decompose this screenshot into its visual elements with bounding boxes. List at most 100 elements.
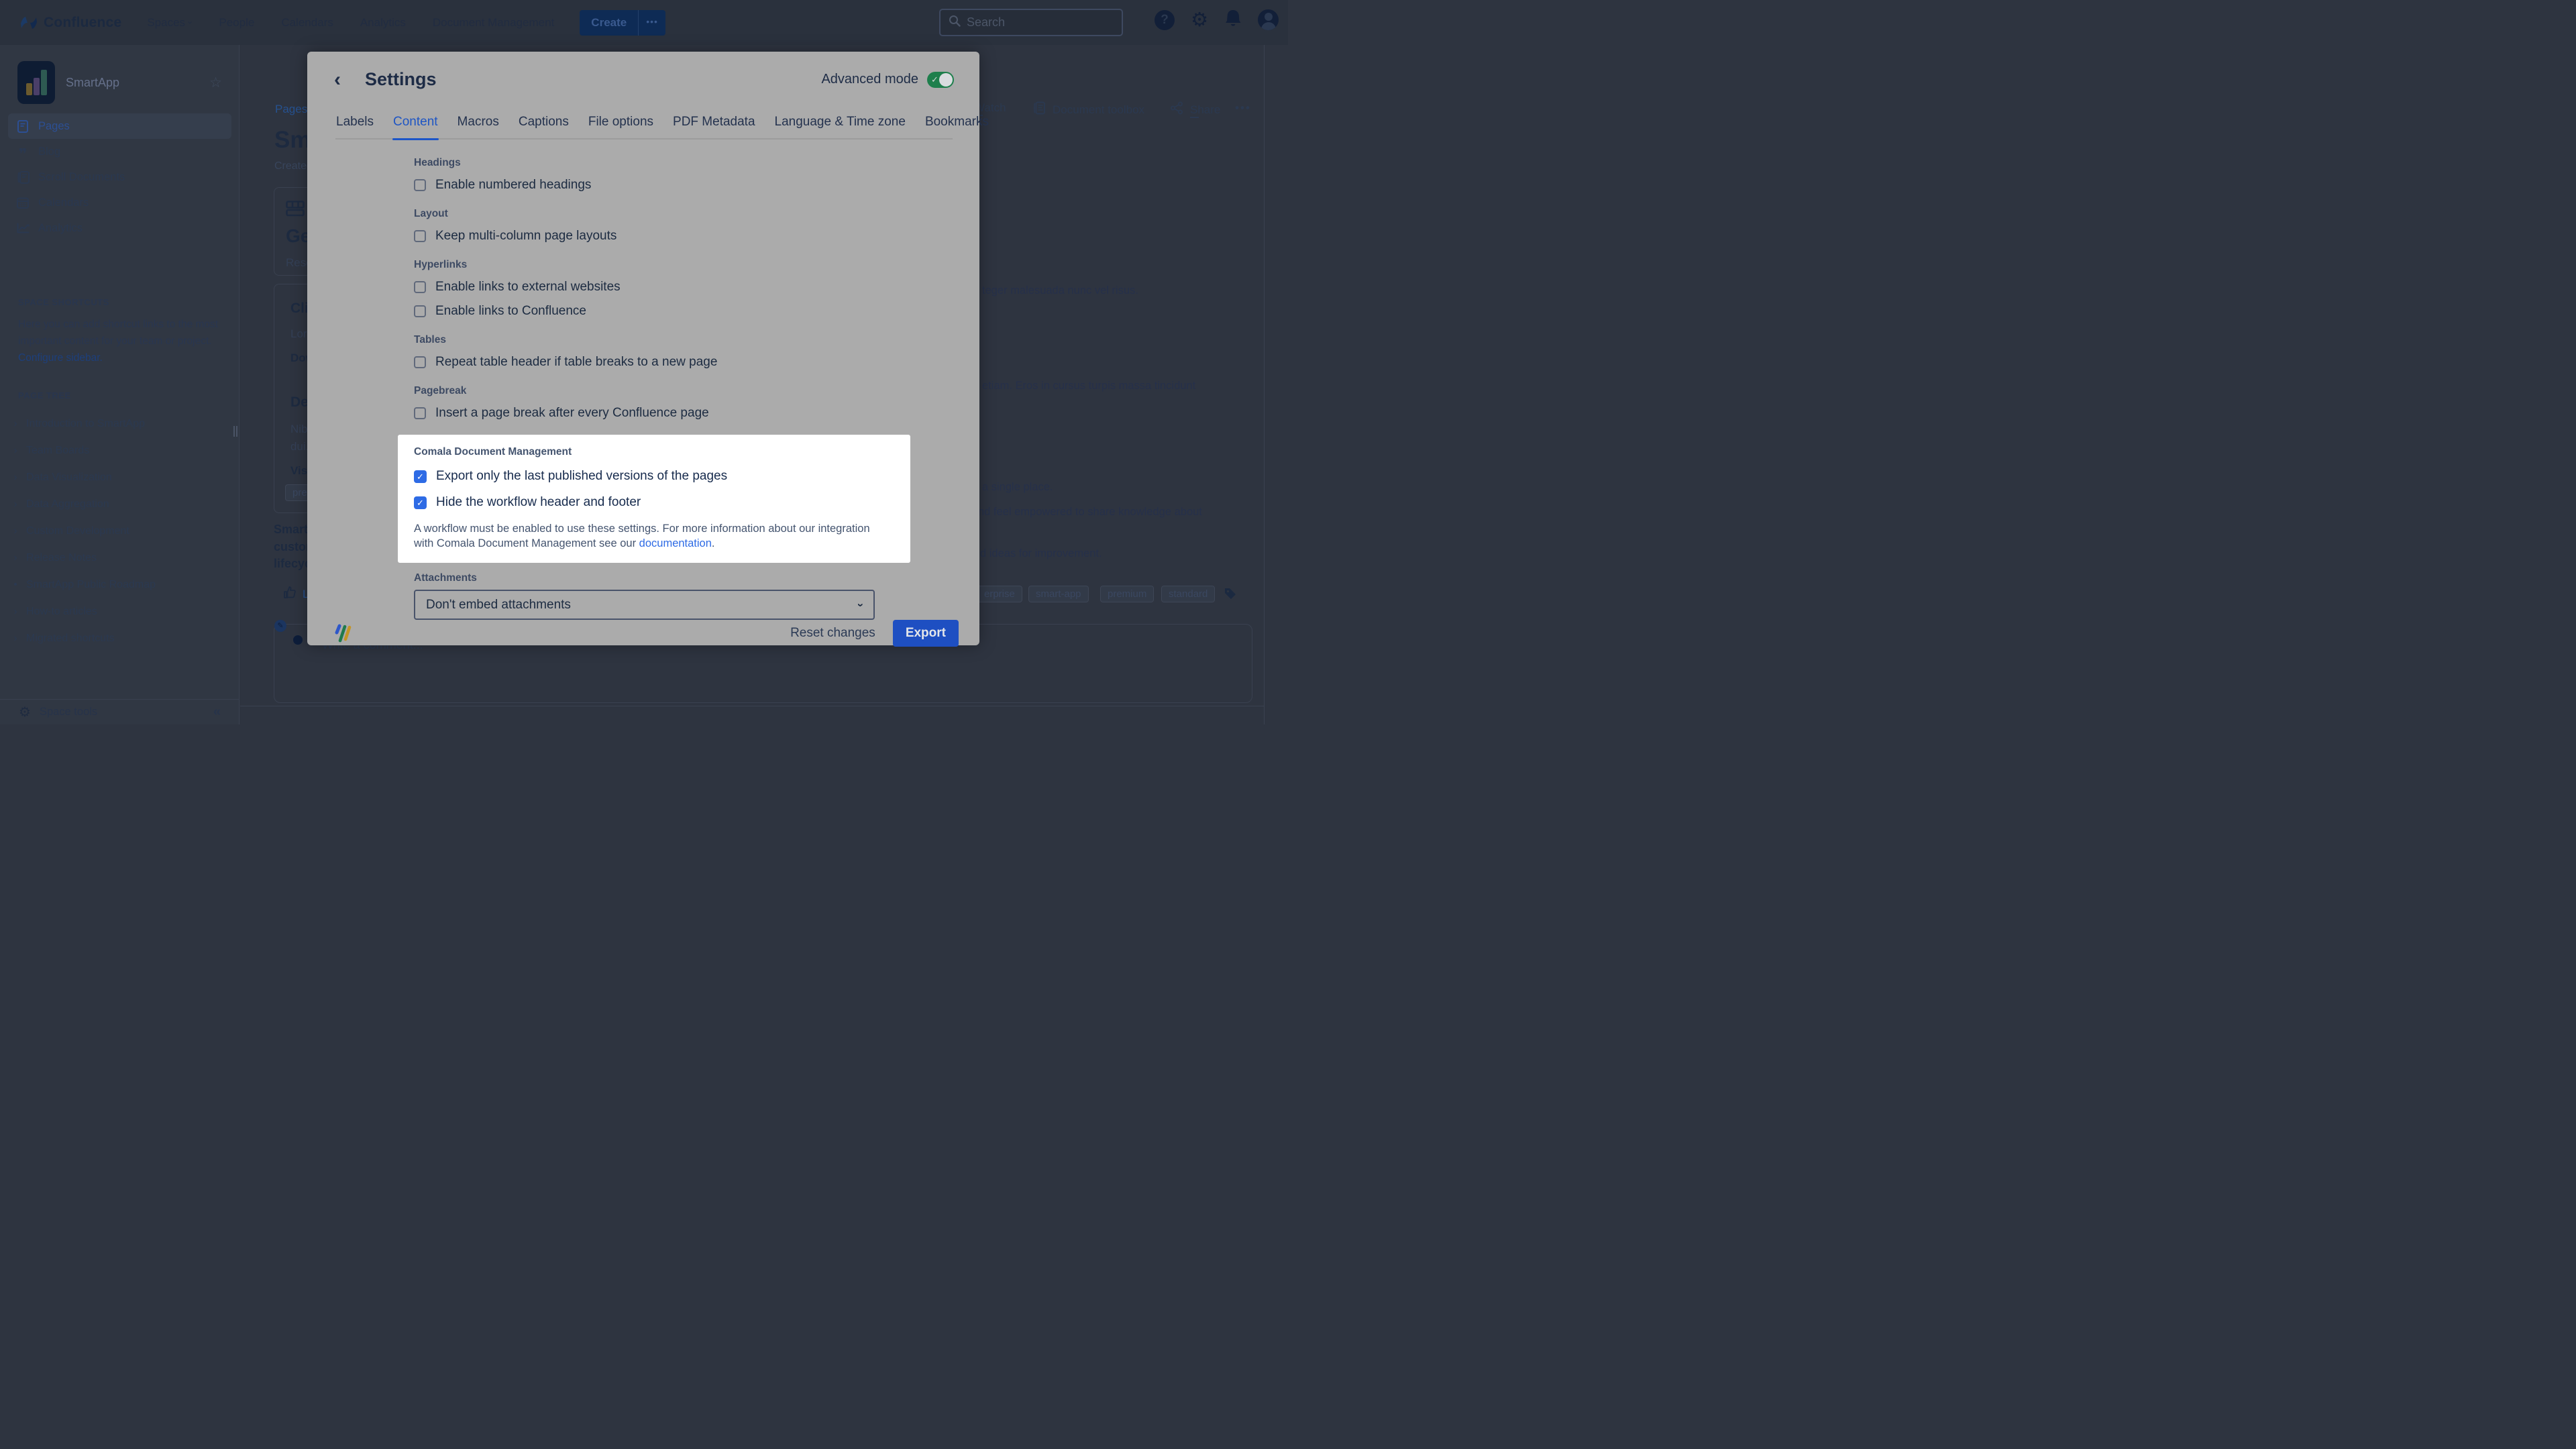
checkbox-enable-confluence-links[interactable]: Enable links to Confluence: [414, 304, 586, 319]
checkbox-checked-icon[interactable]: ✓: [414, 496, 427, 509]
chevron-down-icon: ›: [186, 21, 196, 23]
document-toolbox-button[interactable]: Document toolbox: [1032, 101, 1144, 118]
page-tree-item[interactable]: ›Release Notes: [11, 545, 232, 572]
help-icon[interactable]: ?: [1155, 10, 1175, 30]
tab-captions[interactable]: Captions: [518, 115, 570, 138]
sidebar-item-label: Analytics: [38, 222, 83, 235]
configure-sidebar-link[interactable]: Configure sidebar.: [18, 352, 103, 364]
label-tag[interactable]: premium: [1100, 586, 1154, 602]
nav-item-spaces[interactable]: Spaces›: [147, 16, 192, 30]
page-tree-item[interactable]: •SmartApp Public Roadmap: [11, 572, 232, 598]
checkbox-unchecked-icon[interactable]: [414, 305, 426, 317]
scroll-documents-icon: [16, 171, 30, 184]
nav-item-analytics[interactable]: Analytics: [360, 16, 406, 30]
sidebar-item-blog[interactable]: ❞ Blog: [8, 139, 231, 164]
collapse-sidebar-icon[interactable]: «: [213, 704, 221, 720]
confluence-logo[interactable]: Confluence: [20, 14, 121, 32]
notifications-bell-icon[interactable]: [1224, 9, 1242, 31]
page-tree-item[interactable]: ›Migrated shortcuts: [11, 625, 232, 652]
nav-menu: Spaces› People Calendars Analytics Docum…: [147, 16, 554, 30]
chevron-right-icon[interactable]: ›: [11, 445, 20, 457]
tab-macros[interactable]: Macros: [457, 115, 500, 138]
create-button[interactable]: Create: [580, 10, 638, 36]
tab-content[interactable]: Content: [392, 115, 439, 138]
chevron-right-icon[interactable]: ›: [11, 418, 20, 430]
space-sidebar: SmartApp ☆ Pages ❞ Blog Scroll Documents…: [0, 45, 239, 724]
page-tree-item[interactable]: ›Introduction to SmartApp: [11, 411, 232, 437]
tab-bookmarks[interactable]: Bookmarks: [924, 115, 989, 138]
chevron-right-icon[interactable]: ›: [11, 472, 20, 484]
gear-icon[interactable]: ⚙: [1191, 10, 1208, 30]
page-tree: ›Introduction to SmartApp ›Team Boards ›…: [11, 411, 232, 652]
profile-avatar[interactable]: [1258, 9, 1279, 30]
space-logo-icon[interactable]: [17, 61, 55, 104]
checkbox-hide-workflow-header-footer[interactable]: ✓ Hide the workflow header and footer: [414, 495, 894, 510]
back-icon[interactable]: ‹: [334, 70, 341, 89]
page-tree-item[interactable]: ›Custom Development: [11, 518, 232, 545]
export-button[interactable]: Export: [893, 620, 959, 647]
breadcrumb[interactable]: Pages: [275, 103, 307, 116]
document-toolbox-icon: [1032, 101, 1046, 118]
page-tree-item[interactable]: ›Data Visualization: [11, 464, 232, 491]
star-icon[interactable]: ☆: [209, 74, 222, 91]
label-tag[interactable]: smart-app: [1028, 586, 1089, 602]
attachments-select[interactable]: Don't embed attachments ›: [414, 590, 875, 620]
checkbox-enable-external-links[interactable]: Enable links to external websites: [414, 280, 621, 294]
checkbox-unchecked-icon[interactable]: [414, 230, 426, 242]
checkbox-unchecked-icon[interactable]: [414, 407, 426, 419]
tab-pdf-metadata[interactable]: PDF Metadata: [672, 115, 756, 138]
space-name: SmartApp: [66, 76, 209, 90]
advanced-mode-toggle[interactable]: ✓: [927, 72, 954, 88]
chevron-right-icon[interactable]: ›: [11, 552, 20, 564]
attachments-label: Attachments: [414, 572, 477, 584]
chevron-right-icon[interactable]: ›: [11, 606, 20, 618]
chevron-right-icon[interactable]: ›: [11, 525, 20, 537]
sidebar-item-scroll-documents[interactable]: Scroll Documents: [8, 164, 231, 190]
label-tag[interactable]: erprise: [977, 586, 1022, 602]
modal-header: ‹ Settings Advanced mode ✓: [307, 52, 979, 90]
checkbox-unchecked-icon[interactable]: [414, 356, 426, 368]
checkbox-insert-page-break[interactable]: Insert a page break after every Confluen…: [414, 406, 709, 421]
page-tree-item[interactable]: ›Team Boards: [11, 437, 232, 464]
label-tag[interactable]: standard: [1161, 586, 1215, 602]
checkbox-keep-multi-column-layouts[interactable]: Keep multi-column page layouts: [414, 229, 616, 244]
checkbox-unchecked-icon[interactable]: [414, 179, 426, 191]
tab-file-options[interactable]: File options: [588, 115, 654, 138]
chevron-down-icon: ›: [854, 603, 867, 607]
body-text-fragment: d ideas for improvement.: [980, 547, 1102, 560]
toggle-knob: [939, 73, 953, 87]
check-icon: ✓: [931, 74, 938, 85]
documentation-link[interactable]: documentation: [639, 537, 712, 549]
space-tools[interactable]: ⚙ Space tools «: [0, 699, 239, 724]
create-more-button[interactable]: •••: [638, 10, 665, 36]
nav-item-document-management[interactable]: Document Management: [433, 16, 554, 30]
sidebar-item-analytics[interactable]: Analytics: [8, 215, 231, 241]
page-tree-item[interactable]: ›How-to articles: [11, 598, 232, 625]
create-button-group: Create •••: [580, 10, 665, 36]
tag-icon: [1224, 587, 1237, 604]
body-text-fragment: teger malesuada nunc vel risus.: [982, 284, 1138, 297]
nav-item-calendars[interactable]: Calendars: [281, 16, 333, 30]
checkbox-checked-icon[interactable]: ✓: [414, 470, 427, 483]
share-button[interactable]: Share: [1170, 101, 1220, 118]
chevron-right-icon[interactable]: ›: [11, 498, 20, 511]
checkbox-export-last-published[interactable]: ✓ Export only the last published version…: [414, 469, 894, 484]
checkbox-repeat-table-header[interactable]: Repeat table header if table breaks to a…: [414, 355, 717, 370]
bullet-icon: •: [11, 579, 20, 591]
sidebar-item-calendars[interactable]: Calendars: [8, 190, 231, 215]
search-input[interactable]: Search: [939, 9, 1123, 36]
nav-item-people[interactable]: People: [219, 16, 254, 30]
page-more-button[interactable]: •••: [1235, 101, 1251, 115]
checkbox-enable-numbered-headings[interactable]: Enable numbered headings: [414, 178, 591, 193]
checkbox-unchecked-icon[interactable]: [414, 281, 426, 293]
settings-form: Headings Enable numbered headings Layout…: [307, 140, 979, 620]
tab-labels[interactable]: Labels: [335, 115, 374, 138]
page-tree-item[interactable]: ›Data Aggregation: [11, 491, 232, 518]
chevron-right-icon[interactable]: ›: [11, 633, 20, 645]
sidebar-resize-handle[interactable]: [233, 426, 237, 437]
sidebar-item-pages[interactable]: Pages: [8, 113, 231, 139]
settings-modal: ‹ Settings Advanced mode ✓ Labels Conten…: [307, 52, 979, 645]
tab-language-time-zone[interactable]: Language & Time zone: [774, 115, 906, 138]
comala-description: A workflow must be enabled to use these …: [414, 521, 894, 551]
reset-changes-button[interactable]: Reset changes: [782, 621, 883, 646]
